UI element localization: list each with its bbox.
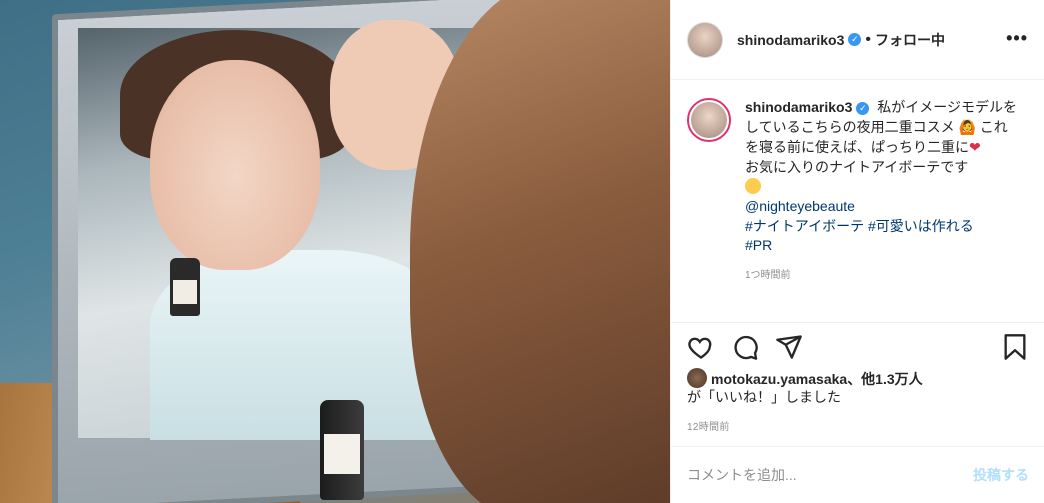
- reflection-face: [150, 60, 320, 270]
- caption-time: 1つ時間前: [745, 269, 791, 281]
- hashtag-link[interactable]: #ナイトアイボーテ: [745, 218, 864, 234]
- follow-button[interactable]: フォロー中: [875, 30, 945, 50]
- action-bar: [671, 322, 1044, 366]
- paper-plane-icon[interactable]: [775, 333, 803, 361]
- comment-form: 投稿する: [671, 446, 1044, 503]
- reflected-bottle: [170, 258, 200, 316]
- hashtag-link[interactable]: #PR: [745, 237, 772, 253]
- separator: •: [865, 30, 871, 48]
- header-username[interactable]: shinodamariko3: [737, 32, 844, 48]
- avatar[interactable]: [687, 21, 723, 58]
- bookmark-icon[interactable]: [1001, 333, 1029, 361]
- heart-icon[interactable]: [687, 333, 715, 361]
- likes-suffix: が「いいね！」しました: [687, 389, 841, 405]
- verified-badge-icon: ✓: [856, 101, 870, 115]
- post-header: shinodamariko3 ✓ • フォロー中 •••: [671, 0, 1044, 80]
- heart-emoji-icon: ❤: [969, 139, 981, 156]
- post-sidebar: shinodamariko3 ✓ • フォロー中 ••• shinodamari…: [670, 0, 1044, 503]
- more-options-icon[interactable]: •••: [1006, 28, 1028, 49]
- hashtag-link[interactable]: #可愛いは作れる: [868, 218, 974, 234]
- mention-link[interactable]: @nighteyebeaute: [745, 198, 855, 214]
- smile-emoji-icon: [745, 178, 761, 195]
- post-photo[interactable]: [0, 0, 670, 503]
- caption-text: shinodamariko3 ✓ 私がイメージモデルをしているこちらの夜用二重コス…: [745, 98, 1019, 256]
- liker-username[interactable]: motokazu.yamasaka: [711, 371, 847, 387]
- caption-area: shinodamariko3 ✓ 私がイメージモデルをしているこちらの夜用二重コス…: [671, 80, 1044, 312]
- likes-count[interactable]: 、他1.3万人: [847, 371, 922, 387]
- caption-avatar[interactable]: [687, 98, 731, 142]
- likes-summary: motokazu.yamasaka、他1.3万人 が「いいね！」しました: [687, 368, 1031, 406]
- post-time[interactable]: 12時間前: [687, 418, 730, 433]
- person-emoji-icon: 🙆: [958, 119, 976, 136]
- comment-input[interactable]: [687, 467, 973, 483]
- post-comment-button[interactable]: 投稿する: [973, 465, 1029, 485]
- caption-username[interactable]: shinodamariko3: [745, 99, 852, 115]
- liker-avatar[interactable]: [687, 368, 707, 388]
- foreground-hair: [410, 0, 670, 503]
- comment-icon[interactable]: [731, 333, 759, 361]
- caption-line3: お気に入りのナイトアイボーテです: [745, 158, 969, 175]
- caption: shinodamariko3 ✓ 私がイメージモデルをしているこちらの夜用二重コス…: [687, 98, 1029, 256]
- verified-badge-icon: ✓: [848, 33, 862, 46]
- cosmetic-bottle: [320, 400, 364, 500]
